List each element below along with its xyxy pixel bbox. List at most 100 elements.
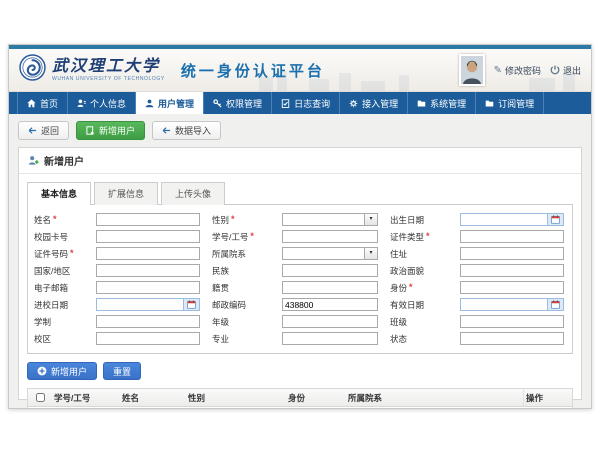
field-label-email: 电子邮箱	[34, 282, 84, 294]
field-label-gender: 性别*	[212, 214, 270, 226]
add-person-icon	[28, 155, 39, 166]
tab-upload-avatar[interactable]: 上传头像	[161, 182, 225, 205]
field-label-class: 班级	[390, 316, 448, 328]
form-tabs: 基本信息 扩展信息 上传头像	[27, 181, 573, 204]
calendar-icon[interactable]	[548, 213, 564, 226]
empty-table-body	[28, 407, 572, 409]
native-place-input[interactable]	[282, 281, 378, 294]
nav-tab-personal-info[interactable]: 个人信息	[68, 92, 136, 114]
nav-tab-system-management[interactable]: 系统管理	[408, 92, 476, 114]
nav-tab-label: 权限管理	[226, 97, 262, 110]
campus-input[interactable]	[96, 332, 200, 345]
political-status-input[interactable]	[460, 264, 564, 277]
field-label-student-id: 学号/工号*	[212, 231, 270, 243]
student-id-input[interactable]	[282, 230, 378, 243]
identity-input[interactable]	[460, 281, 564, 294]
nav-tab-subscription-management[interactable]: 订阅管理	[476, 92, 544, 114]
section-header: 新增用户	[19, 148, 581, 174]
status-input[interactable]	[460, 332, 564, 345]
field-label-political-status: 政治面貌	[390, 265, 448, 277]
nav-tab-permission-management[interactable]: 权限管理	[204, 92, 272, 114]
valid-date-input[interactable]	[460, 298, 548, 311]
calendar-icon[interactable]	[548, 298, 564, 311]
nav-tab-log-query[interactable]: 日志查询	[272, 92, 340, 114]
required-marker: *	[70, 249, 74, 258]
folder-icon	[485, 99, 494, 108]
ethnicity-input[interactable]	[282, 264, 378, 277]
entry-date-input[interactable]	[96, 298, 184, 311]
gear-icon	[349, 99, 358, 108]
col-identity: 身份	[286, 392, 346, 404]
back-button-label: 返回	[41, 124, 59, 137]
new-doc-icon	[86, 126, 95, 135]
country-input[interactable]	[96, 264, 200, 277]
logout-link[interactable]: 退出	[550, 64, 581, 77]
nav-tab-label: 订阅管理	[498, 97, 534, 110]
home-icon	[27, 99, 36, 108]
grade-input[interactable]	[282, 315, 378, 328]
field-label-id-number: 证件号码*	[34, 248, 84, 260]
field-label-id-type: 证件类型*	[390, 231, 448, 243]
nav-tab-access-management[interactable]: 接入管理	[340, 92, 408, 114]
id-number-input[interactable]	[96, 247, 200, 260]
table-header-row: 学号/工号 姓名 性别 身份 所属院系 操作	[28, 389, 572, 407]
calendar-icon[interactable]	[184, 298, 200, 311]
chevron-down-icon[interactable]: ▾	[365, 213, 378, 226]
chevron-down-icon[interactable]: ▾	[365, 247, 378, 260]
col-department: 所属院系	[346, 392, 523, 404]
tab-label: 基本信息	[41, 189, 77, 199]
department-select-input[interactable]	[282, 247, 365, 260]
name-input[interactable]	[96, 213, 200, 226]
id-type-input[interactable]	[460, 230, 564, 243]
campus-card-input[interactable]	[96, 230, 200, 243]
major-input[interactable]	[282, 332, 378, 345]
tab-basic-info[interactable]: 基本信息	[27, 182, 91, 205]
email-input[interactable]	[96, 281, 200, 294]
field-label-status: 状态	[390, 333, 448, 345]
field-label-native-place: 籍贯	[212, 282, 270, 294]
reset-button[interactable]: 重置	[103, 362, 141, 380]
gender-select-input[interactable]	[282, 213, 365, 226]
logout-label: 退出	[563, 64, 581, 77]
required-marker: *	[426, 232, 430, 241]
field-label-valid-date: 有效日期	[390, 299, 448, 311]
nav-tab-label: 首页	[40, 97, 58, 110]
app-window: 武汉理工大学 WUHAN UNIVERSITY OF TECHNOLOGY 统一…	[8, 44, 592, 409]
tab-extended-info[interactable]: 扩展信息	[94, 182, 158, 205]
form-actions: 新增用户 重置	[27, 362, 573, 380]
nav-tab-label: 日志查询	[294, 97, 330, 110]
submit-add-user-button[interactable]: 新增用户	[27, 362, 97, 380]
folder-icon	[417, 99, 426, 108]
change-password-label: 修改密码	[505, 64, 541, 77]
platform-title: 统一身份认证平台	[181, 60, 325, 81]
power-icon	[550, 65, 560, 75]
skyline-decoration	[309, 79, 329, 91]
nav-tab-user-management[interactable]: 用户管理	[136, 92, 204, 114]
select-all-checkbox[interactable]	[36, 393, 45, 402]
field-label-department: 所属院系	[212, 248, 270, 260]
toolbar: 返回 新增用户 数据导入	[9, 114, 591, 147]
required-marker: *	[250, 232, 254, 241]
nav-tab-home[interactable]: 首页	[17, 92, 68, 114]
nav-tab-label: 系统管理	[430, 97, 466, 110]
key-icon	[213, 99, 222, 108]
back-button[interactable]: 返回	[18, 121, 69, 140]
field-label-identity: 身份*	[390, 282, 448, 294]
col-student-id: 学号/工号	[52, 392, 120, 404]
class-input[interactable]	[460, 315, 564, 328]
nav-tab-label: 接入管理	[362, 97, 398, 110]
submit-add-user-label: 新增用户	[51, 365, 87, 378]
data-import-label: 数据导入	[175, 124, 211, 137]
birth-date-input[interactable]	[460, 213, 548, 226]
add-user-toolbar-button[interactable]: 新增用户	[76, 121, 145, 140]
address-input[interactable]	[460, 247, 564, 260]
data-import-button[interactable]: 数据导入	[152, 121, 221, 140]
education-length-input[interactable]	[96, 315, 200, 328]
col-gender: 性别	[186, 392, 286, 404]
postal-code-input[interactable]	[282, 298, 378, 311]
university-name-en: WUHAN UNIVERSITY OF TECHNOLOGY	[52, 76, 165, 82]
change-password-link[interactable]: ✎ 修改密码	[494, 64, 541, 77]
required-marker: *	[231, 215, 235, 224]
pencil-icon: ✎	[494, 65, 502, 76]
col-name: 姓名	[120, 392, 186, 404]
